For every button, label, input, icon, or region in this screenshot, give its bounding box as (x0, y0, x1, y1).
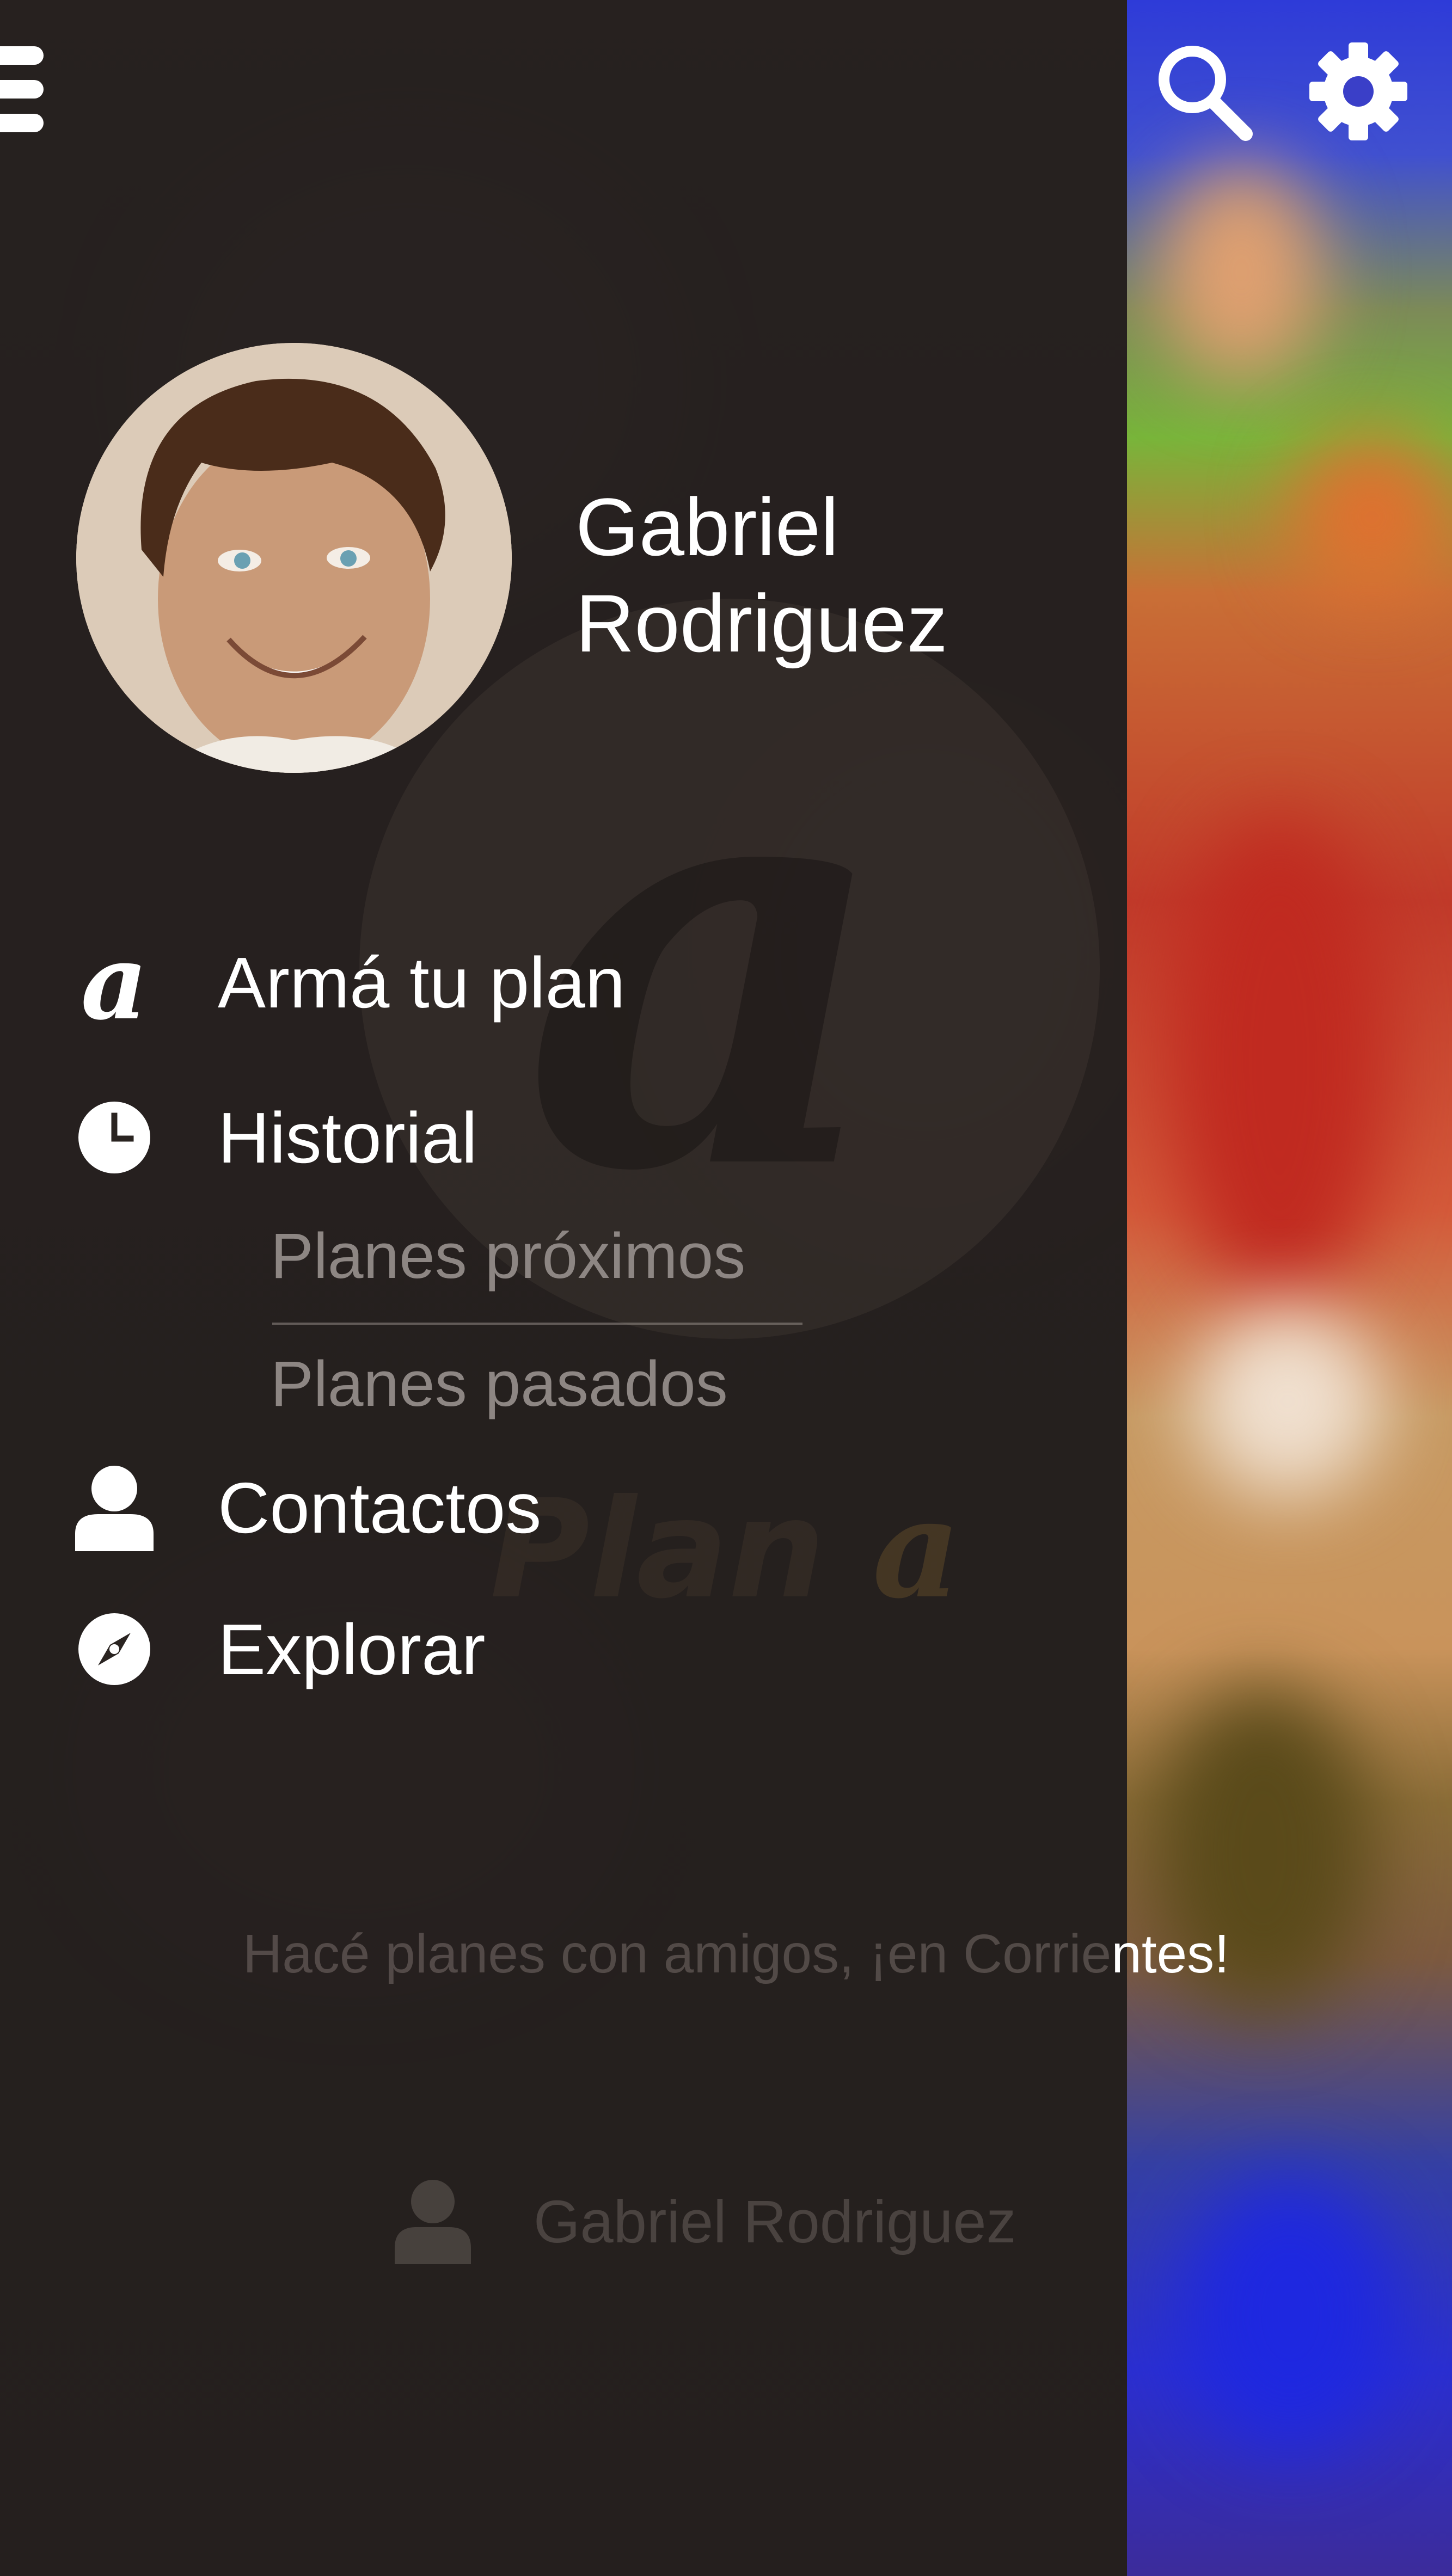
person-icon (71, 1464, 158, 1551)
search-button[interactable] (1149, 38, 1258, 147)
navigation-drawer: a Plan a Hacé planes con amigos, ¡en Cor… (0, 0, 1229, 2576)
brand-logo: Plan a (490, 1480, 961, 1618)
menu-item-label: Explorar (218, 1609, 486, 1689)
gear-icon (1307, 40, 1410, 146)
submenu-planes-proximos[interactable]: Planes próximos (271, 1219, 745, 1293)
clock-icon (71, 1094, 158, 1181)
plan-a-logo-icon: a (81, 921, 148, 1043)
hamburger-menu-icon[interactable] (0, 46, 44, 133)
profile-last-name: Rodriguez (575, 577, 948, 669)
tagline-visible: ntes! (1111, 1923, 1230, 1984)
menu-item-contactos[interactable]: Contactos (71, 1464, 541, 1551)
search-icon (1149, 37, 1258, 149)
background-user: Gabriel Rodriguez (392, 2177, 1016, 2267)
brand-mark: a (872, 1468, 961, 1628)
menu-item-label: Historial (218, 1097, 477, 1178)
tagline: Hacé planes con amigos, ¡en Corrientes! (243, 1921, 1277, 1987)
ghost-user-name: Gabriel Rodriguez (534, 2188, 1016, 2255)
menu-item-explorar[interactable]: Explorar (71, 1606, 486, 1693)
menu-item-label: Contactos (218, 1467, 542, 1548)
tagline-dim: Hacé planes con amigos, ¡en Corrie (243, 1923, 1112, 1984)
menu-item-label: Armá tu plan (218, 942, 626, 1023)
submenu-divider (272, 1323, 802, 1325)
avatar[interactable] (76, 343, 512, 773)
profile-first-name: Gabriel (575, 481, 839, 573)
background-photo-strip (1127, 0, 1452, 2576)
menu-item-historial[interactable]: Historial (71, 1094, 477, 1181)
compass-icon (71, 1606, 158, 1693)
profile-name: Gabriel Rodriguez (575, 479, 948, 672)
submenu-planes-pasados[interactable]: Planes pasados (271, 1347, 728, 1421)
settings-button[interactable] (1304, 38, 1413, 147)
menu-item-arma-tu-plan[interactable]: a Armá tu plan (71, 921, 626, 1043)
ghost-person-icon (392, 2177, 474, 2267)
